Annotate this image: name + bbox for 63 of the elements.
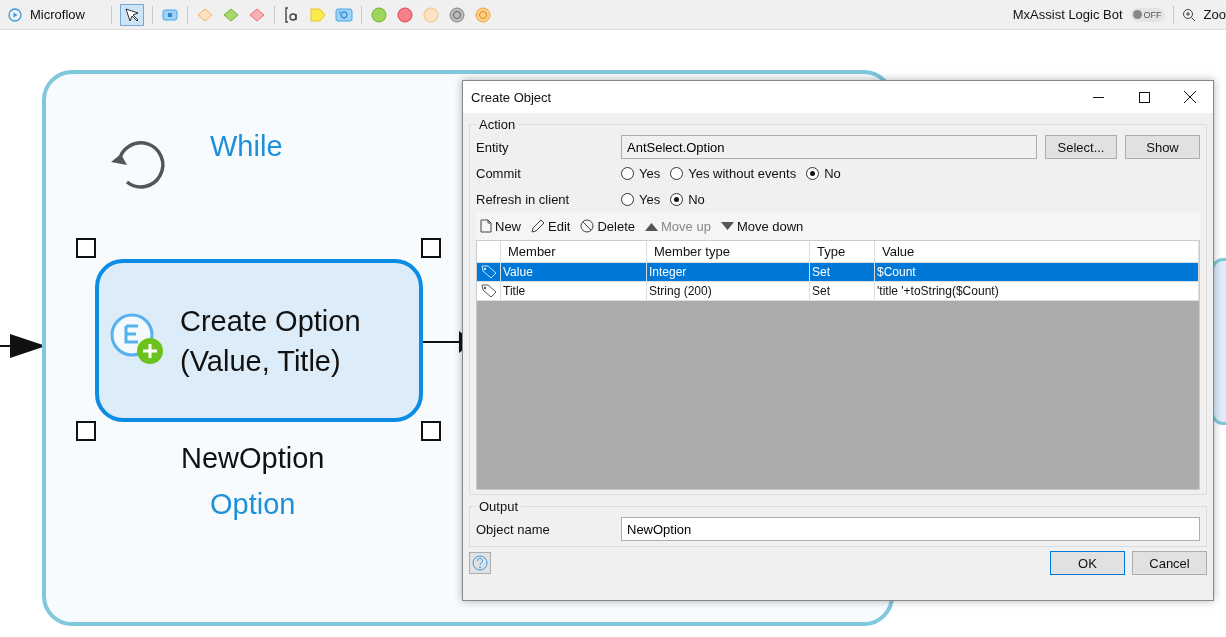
field-label: Refresh in client bbox=[476, 191, 571, 207]
pencil-icon bbox=[531, 219, 545, 233]
zoom-icon[interactable] bbox=[1181, 7, 1196, 22]
editor-title: Microflow bbox=[30, 7, 85, 22]
toolbar-button[interactable]: New bbox=[480, 218, 521, 234]
resize-handle[interactable] bbox=[421, 238, 441, 258]
loop-label: While bbox=[210, 129, 283, 163]
table-row[interactable]: Value Integer Set $Count bbox=[477, 263, 1199, 282]
field-label: Commit bbox=[476, 165, 522, 181]
table-row[interactable]: Title String (200) Set 'title '+toString($Count) bbox=[477, 282, 1199, 301]
group-legend: Action bbox=[476, 117, 519, 132]
cancel-button[interactable]: Cancel bbox=[1132, 551, 1207, 575]
break-event-icon[interactable] bbox=[473, 5, 492, 24]
output-variable: NewOption bbox=[181, 441, 325, 475]
radio-option[interactable]: Yes without events bbox=[670, 165, 797, 181]
pointer-tool-button[interactable] bbox=[119, 3, 144, 26]
close-icon bbox=[1184, 91, 1196, 103]
continue-event-icon[interactable] bbox=[447, 5, 466, 24]
toolbar-button[interactable]: Delete bbox=[580, 218, 635, 234]
ok-button[interactable]: OK bbox=[1050, 551, 1125, 575]
field-label: Entity bbox=[476, 139, 510, 155]
entity-label: Option bbox=[210, 487, 296, 521]
tag-icon bbox=[480, 284, 497, 298]
play-icon bbox=[8, 7, 22, 22]
group-legend: Output bbox=[476, 499, 522, 514]
assistant-label: MxAssist Logic Bot bbox=[1012, 7, 1123, 22]
radio-option[interactable]: Yes bbox=[621, 165, 661, 181]
loop-icon[interactable] bbox=[334, 5, 353, 24]
table-cell: Set bbox=[810, 282, 875, 301]
toolbar-button[interactable]: Edit bbox=[531, 218, 571, 234]
activity-caption: Create Option (Value, Title) bbox=[180, 304, 361, 379]
toggle-knob-icon bbox=[1132, 10, 1142, 19]
start-event-icon[interactable] bbox=[369, 5, 388, 24]
show-button[interactable]: Show bbox=[1125, 135, 1200, 159]
dialog-title: Create Object bbox=[471, 89, 553, 105]
delete-icon bbox=[580, 219, 595, 233]
tag-icon bbox=[480, 265, 497, 279]
help-button[interactable] bbox=[469, 552, 491, 574]
triangle-down-icon bbox=[720, 221, 734, 231]
radio-option[interactable]: No bbox=[806, 165, 841, 181]
table-cell: String (200) bbox=[647, 282, 810, 301]
radio-option[interactable]: No bbox=[670, 191, 705, 207]
end-event-icon[interactable] bbox=[395, 5, 414, 24]
triangle-up-icon bbox=[645, 221, 658, 231]
create-object-icon bbox=[108, 311, 166, 367]
zoom-label[interactable]: Zoo bbox=[1203, 7, 1226, 22]
table-cell: Title bbox=[501, 282, 647, 301]
object-name-field[interactable]: NewOption bbox=[621, 517, 1200, 541]
cursor-icon bbox=[123, 6, 140, 23]
maximize-icon bbox=[1138, 91, 1150, 103]
resize-handle[interactable] bbox=[76, 238, 96, 258]
toolbar-button[interactable]: Move down bbox=[720, 218, 804, 234]
new-file-icon bbox=[480, 219, 492, 233]
entity-field[interactable]: AntSelect.Option bbox=[621, 135, 1037, 159]
select-button[interactable]: Select... bbox=[1045, 135, 1117, 159]
toggle-switch[interactable]: OFF bbox=[1130, 7, 1165, 22]
radio-option[interactable]: Yes bbox=[621, 191, 661, 207]
table-cell: 'title '+toString($Count) bbox=[875, 282, 1199, 301]
resize-handle[interactable] bbox=[76, 421, 96, 441]
help-icon bbox=[472, 555, 488, 571]
field-label: Object name bbox=[476, 521, 551, 537]
resize-handle[interactable] bbox=[421, 421, 441, 441]
activity-node[interactable] bbox=[95, 259, 423, 422]
